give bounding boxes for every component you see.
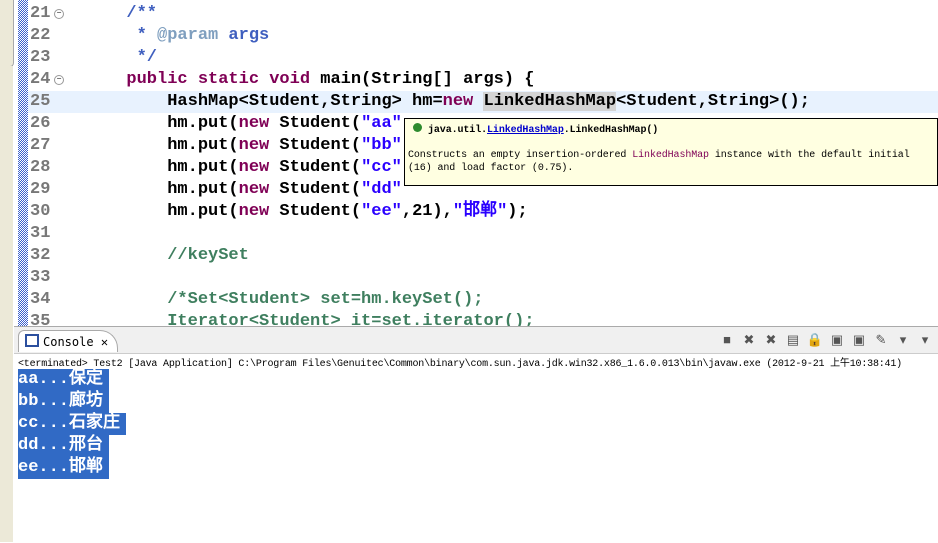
- code-text: //keySet: [167, 246, 249, 265]
- line-number: 26: [30, 114, 51, 133]
- code-line[interactable]: 30 hm.put(new Student("ee",21),"邯郸");: [28, 201, 938, 223]
- javadoc-tooltip: java.util.LinkedHashMap.LinkedHashMap() …: [404, 118, 938, 186]
- code-text: hm.put(new Student("ee",21),"邯郸");: [106, 202, 528, 221]
- fold-icon[interactable]: −: [54, 9, 64, 19]
- code-line[interactable]: 25 HashMap<Student,String> hm=new Linked…: [28, 91, 938, 113]
- tab-console[interactable]: Console ✕: [18, 330, 118, 352]
- line-number: 33: [30, 268, 51, 287]
- code-line[interactable]: 22 * @param args: [28, 25, 938, 47]
- code-text: /**: [126, 4, 158, 23]
- line-number: 30: [30, 202, 51, 221]
- left-toolbar: [0, 0, 14, 67]
- display-console-icon[interactable]: ▾: [894, 331, 912, 349]
- remove-all-icon[interactable]: ✖: [762, 331, 780, 349]
- code-text: HashMap<Student,String> hm=new LinkedHas…: [106, 92, 810, 111]
- pin-console-icon[interactable]: ✎: [872, 331, 890, 349]
- code-text: hm.put(new Student("dd": [106, 180, 402, 199]
- console-line: bb...廊坊: [18, 391, 110, 413]
- code-line[interactable]: 31: [28, 223, 938, 245]
- terminate-icon[interactable]: ■: [718, 331, 736, 349]
- code-text: /*Set<Student> set=hm.keySet();: [167, 290, 484, 309]
- console-line: cc...石家庄: [18, 413, 127, 435]
- line-number: 31: [30, 224, 51, 243]
- line-number: 28: [30, 158, 51, 177]
- code-text: * @param args: [136, 26, 270, 45]
- line-number: 32: [30, 246, 51, 265]
- show-on-output-icon[interactable]: ▣: [828, 331, 846, 349]
- console-panel: Console ✕ ■ ✖ ✖ ▤ 🔒 ▣ ▣ ✎ ▾ ▾ <terminate…: [14, 326, 938, 543]
- remove-launch-icon[interactable]: ✖: [740, 331, 758, 349]
- line-number: 29: [30, 180, 51, 199]
- constructor-icon: [413, 123, 422, 132]
- code-line[interactable]: 35 Iterator<Student> it=set.iterator();: [28, 311, 938, 326]
- line-number: 34: [30, 290, 51, 309]
- console-line: dd...邢台: [18, 435, 110, 457]
- code-text: public static void main(String[] args) {: [126, 70, 535, 89]
- code-text: hm.put(new Student("aa": [106, 114, 402, 133]
- line-number: 27: [30, 136, 51, 155]
- scroll-lock-icon[interactable]: 🔒: [806, 331, 824, 349]
- fold-icon[interactable]: −: [54, 75, 64, 85]
- console-status: <terminated> Test2 [Java Application] C:…: [18, 359, 902, 370]
- left-gutter: [0, 66, 13, 542]
- code-line[interactable]: 33: [28, 267, 938, 289]
- line-number: 22: [30, 26, 51, 45]
- line-number: 25: [30, 92, 51, 111]
- overview-ruler: [18, 0, 28, 326]
- close-icon[interactable]: ✕: [101, 335, 108, 349]
- code-line[interactable]: 34 /*Set<Student> set=hm.keySet();: [28, 289, 938, 311]
- console-line: aa...保定: [18, 369, 110, 391]
- line-number: 35: [30, 312, 51, 326]
- linkedhashmap-link[interactable]: LinkedHashMap: [487, 125, 564, 136]
- open-console-icon[interactable]: ▾: [916, 331, 934, 349]
- clear-console-icon[interactable]: ▤: [784, 331, 802, 349]
- code-line[interactable]: 32 //keySet: [28, 245, 938, 267]
- code-line[interactable]: 24− public static void main(String[] arg…: [28, 69, 938, 91]
- console-icon: [25, 334, 39, 347]
- show-on-error-icon[interactable]: ▣: [850, 331, 868, 349]
- code-text: hm.put(new Student("bb": [106, 136, 402, 155]
- code-line[interactable]: 21− /**: [28, 3, 938, 25]
- code-line[interactable]: 23 */: [28, 47, 938, 69]
- code-text: hm.put(new Student("cc": [106, 158, 402, 177]
- console-line: ee...邯郸: [18, 457, 110, 479]
- tooltip-description: Constructs an empty insertion-ordered Li…: [408, 150, 910, 174]
- code-text: */: [136, 48, 158, 67]
- line-number: 23: [30, 48, 51, 67]
- code-text: Iterator<Student> it=set.iterator();: [167, 312, 535, 326]
- console-output[interactable]: aa...保定 bb...廊坊 cc...石家庄 dd...邢台 ee...邯郸: [18, 369, 127, 479]
